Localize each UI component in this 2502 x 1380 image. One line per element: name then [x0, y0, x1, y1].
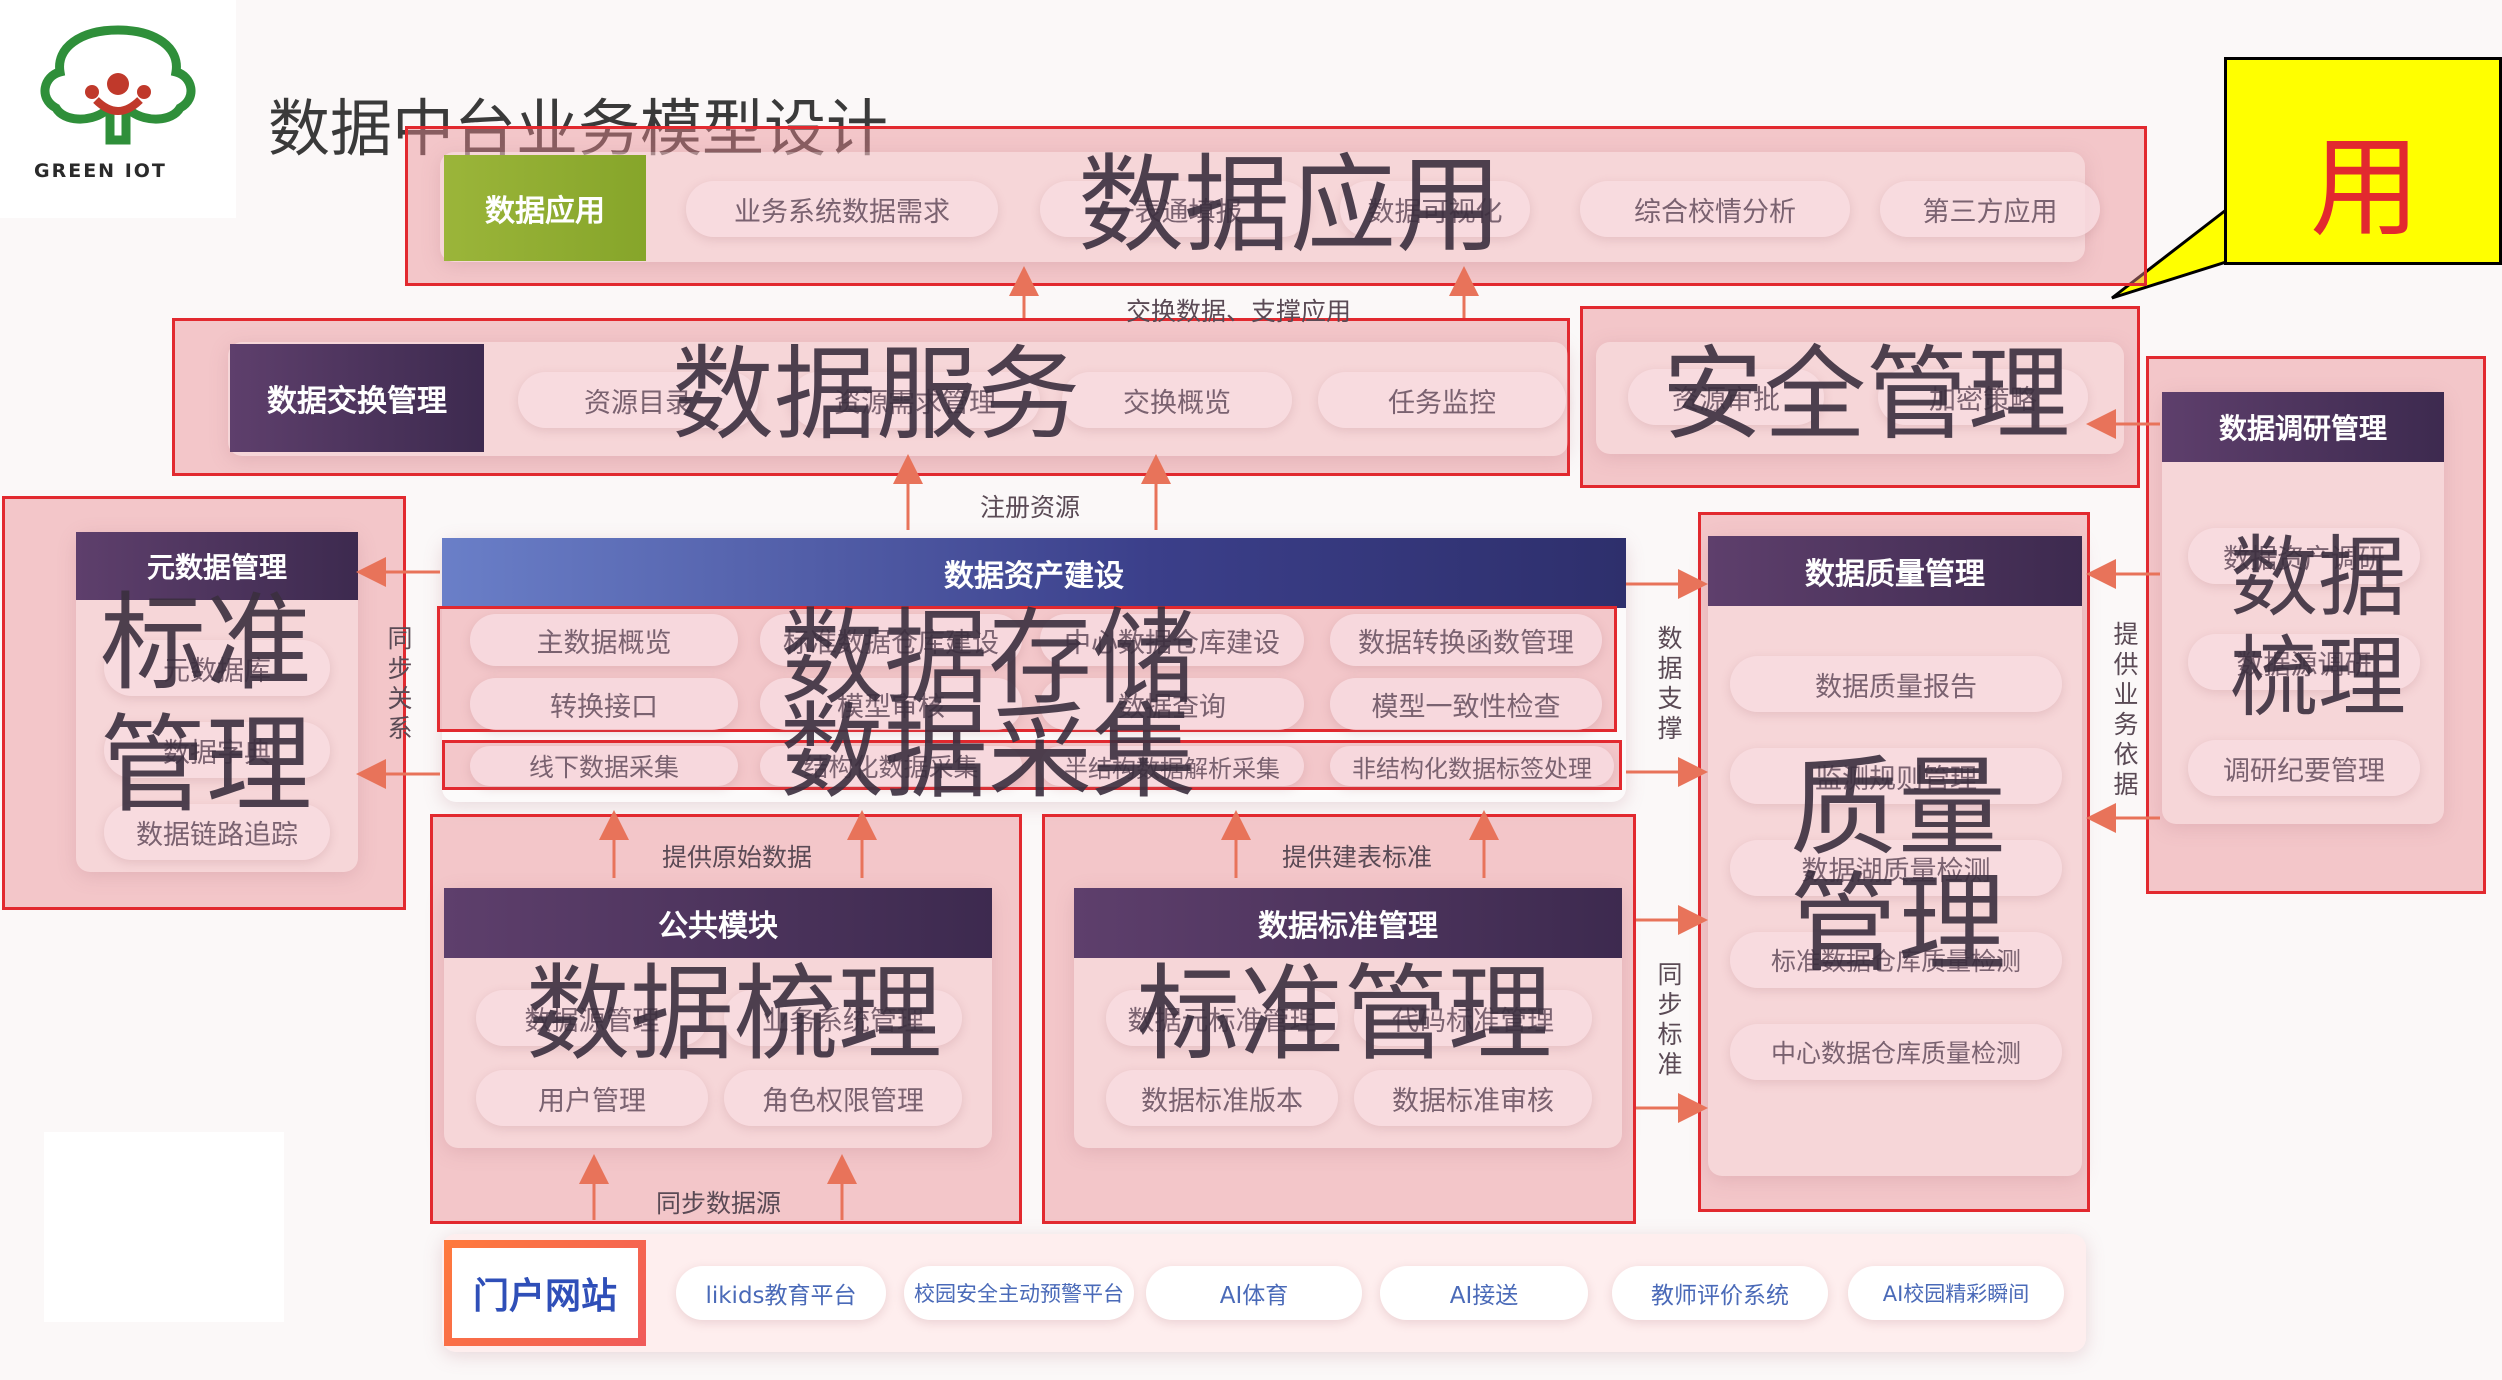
flow-sync-source: 同步数据源 — [656, 1189, 782, 1218]
flow-biz-basis: 提供业务依据 — [2113, 620, 2139, 799]
flow-table-std: 提供建表标准 — [1282, 843, 1433, 872]
flow-sync-std: 同步标准 — [1657, 960, 1683, 1079]
flow-sync-relation: 同步关系 — [387, 624, 413, 743]
flow-register: 注册资源 — [980, 493, 1081, 522]
flow-data-support: 数据支撑 — [1657, 624, 1683, 743]
flow-exchange: 交换数据、支撑应用 — [1126, 297, 1352, 326]
flow-raw-data: 提供原始数据 — [662, 843, 813, 872]
